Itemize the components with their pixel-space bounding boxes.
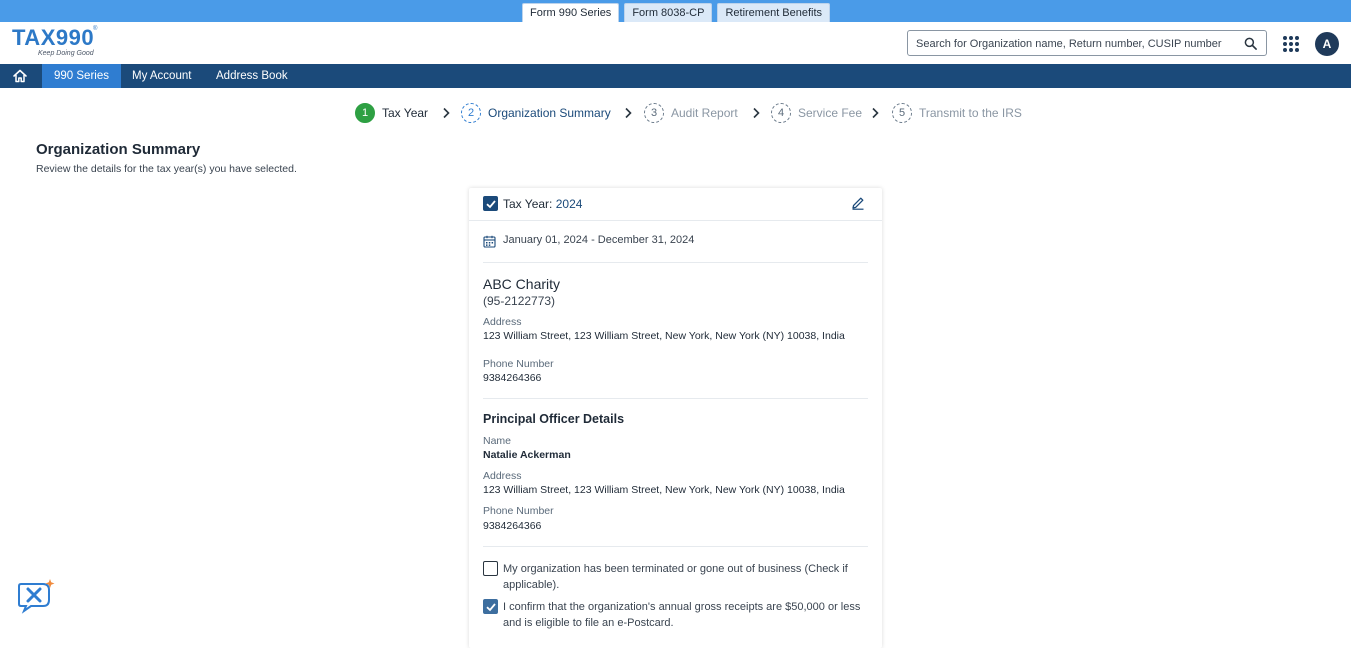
card-header: Tax Year: 2024 [469,188,882,221]
divider [483,398,868,399]
officer-address-label: Address [483,470,522,482]
nav-item-990-series[interactable]: 990 Series [42,64,121,88]
step-label: Transmit to the IRS [919,106,1022,120]
step-tax-year[interactable]: 1 Tax Year [355,102,428,124]
user-avatar[interactable]: A [1315,32,1339,56]
tax-year-checkbox[interactable] [483,196,498,211]
principal-officer-heading: Principal Officer Details [483,412,625,426]
step-number: 4 [771,103,791,123]
step-audit-report[interactable]: 3 Audit Report [644,102,738,124]
app-header: TAX990 ® Keep Doing Good A [0,22,1351,64]
tax-year-heading: Tax Year: 2024 [503,197,582,211]
tab-form-990-series[interactable]: Form 990 Series [522,3,620,22]
nav-item-my-account[interactable]: My Account [132,64,191,88]
gross-receipts-confirm-checkbox[interactable] [483,599,498,614]
tax-year-summary-card: Tax Year: 2024 January 01, 2024 - Decemb… [469,188,882,648]
officer-address: 123 William Street, 123 William Street, … [483,484,845,496]
apps-grid-icon[interactable] [1283,36,1299,52]
step-label: Audit Report [671,106,738,120]
step-number: 1 [355,103,375,123]
officer-name: Natalie Ackerman [483,449,571,461]
checkmark-icon [486,200,496,209]
edit-pencil-icon[interactable] [851,196,865,210]
home-icon[interactable] [12,68,28,84]
step-label: Tax Year [382,106,429,120]
tax990-logo[interactable]: TAX990 ® Keep Doing Good [12,26,102,60]
logo-registered-mark: ® [93,26,98,32]
nav-item-address-book[interactable]: Address Book [216,64,288,88]
logo-wordmark: TAX990 [12,25,95,50]
checkmark-icon [486,603,496,612]
chevron-right-icon [443,107,450,119]
search-box [907,30,1267,56]
officer-phone-label: Phone Number [483,505,554,517]
officer-name-label: Name [483,435,512,447]
chevron-right-icon [872,107,879,119]
search-input[interactable] [916,35,1236,52]
terminated-checkbox[interactable] [483,561,498,576]
gross-receipts-confirm-label[interactable]: I confirm that the organization's annual… [503,599,873,631]
organization-ein: (95-2122773) [483,294,556,308]
chevron-right-icon [753,107,760,119]
main-nav: 990 Series My Account Address Book [0,64,1351,88]
step-service-fee[interactable]: 4 Service Fee [771,102,862,124]
step-transmit-to-irs[interactable]: 5 Transmit to the IRS [892,102,1022,124]
tax-year-label: Tax Year: [503,197,556,211]
step-label: Service Fee [798,106,863,120]
tab-form-8038-cp[interactable]: Form 8038-CP [624,3,713,22]
search-icon[interactable] [1244,37,1257,50]
step-organization-summary[interactable]: 2 Organization Summary [461,102,611,124]
tab-retirement-benefits[interactable]: Retirement Benefits [717,3,831,22]
step-number: 3 [644,103,664,123]
divider [483,546,868,547]
organization-address: 123 William Street, 123 William Street, … [483,330,845,342]
page-title: Organization Summary [36,141,201,158]
address-label: Address [483,316,522,328]
phone-label: Phone Number [483,358,554,370]
step-label: Organization Summary [488,106,611,120]
chevron-right-icon [625,107,632,119]
officer-phone: 9384264366 [483,520,542,532]
organization-phone: 9384264366 [483,372,542,384]
product-tab-bar: Form 990 Series Form 8038-CP Retirement … [0,0,1351,22]
divider [483,262,868,263]
organization-name: ABC Charity [483,276,561,292]
step-number: 5 [892,103,912,123]
terminated-checkbox-label[interactable]: My organization has been terminated or g… [503,561,873,593]
page-subtitle: Review the details for the tax year(s) y… [36,163,297,175]
calendar-icon [483,235,496,248]
tax-year-value: 2024 [555,197,583,211]
tax-period-dates: January 01, 2024 - December 31, 2024 [503,234,695,246]
step-number: 2 [461,103,481,123]
logo-tagline: Keep Doing Good [38,50,94,57]
assistant-chat-icon[interactable] [17,578,55,614]
